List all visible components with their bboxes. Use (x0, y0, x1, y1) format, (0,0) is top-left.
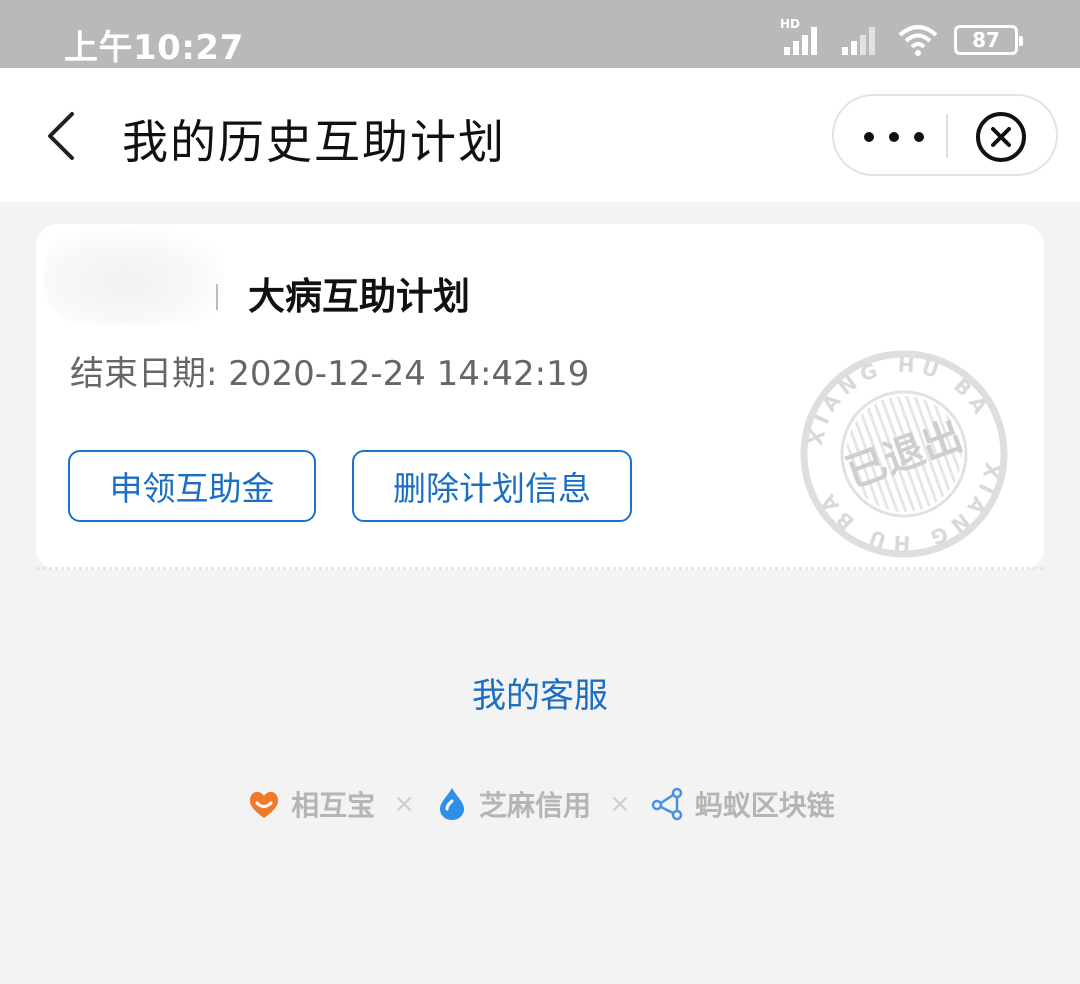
end-date-value: 2020-12-24 14:42:19 (228, 354, 590, 394)
brand-name: 相互宝 (291, 789, 376, 822)
customer-service-link[interactable]: 我的客服 (0, 668, 1080, 717)
wifi-icon (898, 25, 938, 56)
delete-plan-button[interactable]: 删除计划信息 (352, 450, 632, 522)
status-bar: 上午10:27 HD 87 (0, 0, 1080, 68)
battery-icon: 87 (954, 25, 1023, 55)
status-time: 上午10:27 (64, 28, 244, 68)
plan-name: 大病互助计划 (248, 275, 470, 318)
xianghubao-logo-icon (250, 791, 279, 818)
claim-aid-button[interactable]: 申领互助金 (68, 450, 316, 522)
more-icon[interactable] (864, 122, 924, 152)
nav-bar: 我的历史互助计划 (0, 68, 1080, 202)
capsule-divider (946, 114, 948, 158)
page-title: 我的历史互助计划 (122, 115, 506, 169)
footer-brands: 相互宝 × 芝麻信用 × 蚂蚁区块链 (0, 782, 1080, 826)
battery-level: 87 (972, 28, 1000, 52)
signal-icon (838, 23, 882, 57)
status-icons: HD 87 (780, 17, 1023, 58)
brand-name: 蚂蚁区块链 (694, 789, 835, 822)
ant-blockchain-logo-icon (651, 787, 683, 821)
back-arrow-icon[interactable] (38, 106, 88, 166)
brand-ant-blockchain: 蚂蚁区块链 (649, 784, 835, 824)
logo-separator (216, 284, 218, 310)
brand-separator: × (393, 789, 415, 819)
plan-logo (44, 230, 224, 324)
brand-zhima: 芝麻信用 (433, 784, 591, 824)
brand-xianghubao: 相互宝 (245, 784, 375, 824)
card-perforation (36, 566, 1044, 570)
end-date: 结束日期: 2020-12-24 14:42:19 (70, 346, 589, 395)
end-date-label: 结束日期: (70, 354, 218, 394)
plan-card: 大病互助计划 结束日期: 2020-12-24 14:42:19 申领互助金 删… (36, 224, 1044, 570)
hd-label: HD (780, 17, 801, 31)
brand-separator: × (609, 789, 631, 819)
exited-stamp-icon: XIANG HU BAO XIANG HU BAO 已退出 (794, 344, 1014, 564)
close-icon[interactable] (974, 110, 1028, 164)
brand-name: 芝麻信用 (478, 789, 591, 822)
mini-program-capsule (832, 94, 1058, 176)
signal-hd-icon: HD (780, 17, 824, 57)
zhima-credit-logo-icon (439, 788, 464, 820)
